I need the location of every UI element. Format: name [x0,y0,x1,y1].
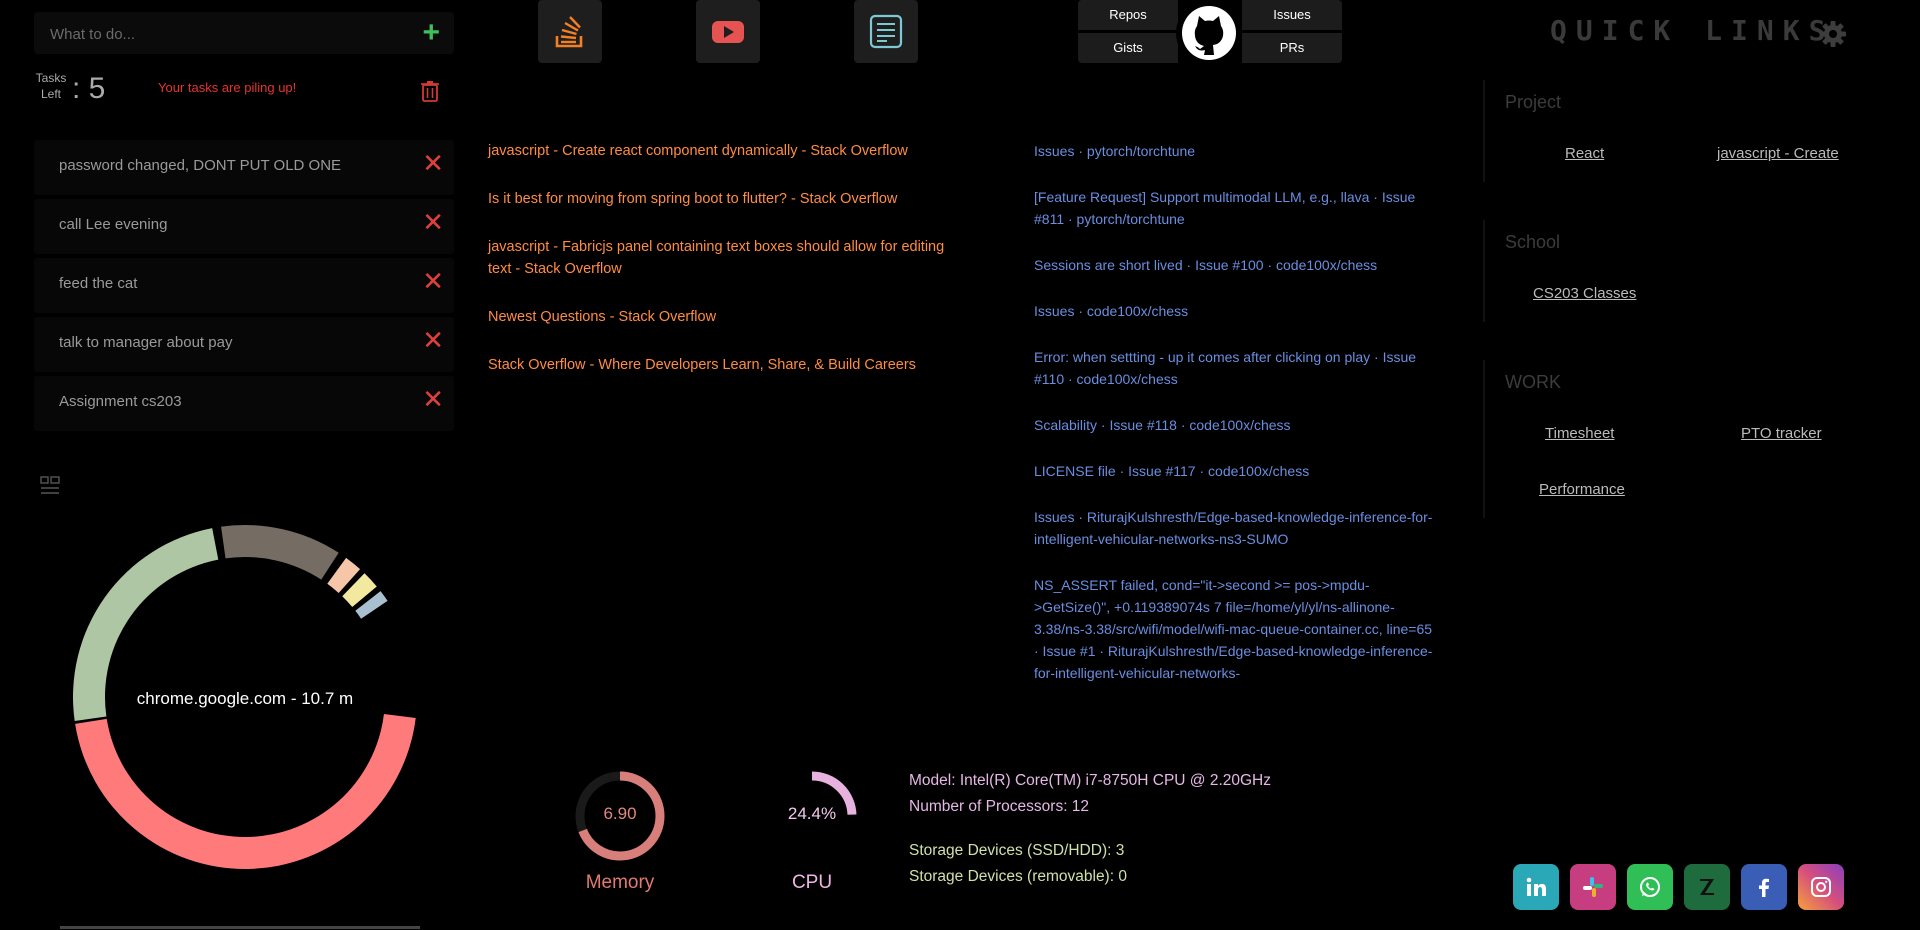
task-text: password changed, DONT PUT OLD ONE [59,157,342,174]
github-logo-button[interactable] [1176,0,1242,66]
slack-icon [1583,877,1603,897]
instagram-button[interactable] [1798,864,1844,910]
whatsapp-icon [1640,877,1660,897]
github-link[interactable]: Sessions are short lived · Issue #100 · … [1034,254,1434,276]
quicklink-react[interactable]: React [1565,145,1604,162]
github-issues-link[interactable]: Issues [1242,0,1342,30]
tasks-left-label-line2: Left [40,87,61,101]
memory-gauge: 6.90 Memory [570,766,670,893]
storage-ssd: Storage Devices (SSD/HDD): 3 [909,842,1125,859]
cpu-gauge: 24.4% CPU [762,766,862,893]
tasks-warning: Your tasks are piling up! [158,80,297,95]
quicklinks-school-section: School CS203 Classes [1483,220,1903,322]
quicklink-pto-tracker[interactable]: PTO tracker [1741,425,1822,442]
quicklinks-school-heading: School [1505,232,1561,252]
delete-task-icon[interactable]: ✕ [422,150,444,176]
linkedin-button[interactable] [1513,864,1559,910]
stackoverflow-button[interactable] [538,0,602,63]
github-quick-panel: Repos Issues Gists PRs [1078,0,1342,66]
github-link-list: Issues · pytorch/torchtune [Feature Requ… [1034,140,1434,708]
tasks-left-label-line1: Tasks [35,71,67,85]
task-text: Assignment cs203 [59,393,182,410]
github-icon [1182,6,1236,60]
todo-input-box: + [34,12,454,54]
delete-task-icon[interactable]: ✕ [422,268,444,294]
gear-icon[interactable] [1818,19,1848,49]
task-item[interactable]: call Lee evening ✕ [34,199,454,254]
facebook-button[interactable] [1741,864,1787,910]
cpu-value: 24.4% [787,804,837,823]
github-link[interactable]: Error: when settting - up it comes after… [1034,346,1434,390]
notes-button[interactable] [854,0,918,63]
todo-input[interactable] [50,22,410,46]
zotero-button[interactable] [1684,864,1730,910]
scrollbar[interactable] [60,926,420,929]
tasks-left-count: : 5 [72,72,106,105]
cpu-model: Model: Intel(R) Core(TM) i7-8750H CPU @ … [909,772,1272,789]
memory-value: 6.90 [603,804,637,823]
stackoverflow-link[interactable]: Stack Overflow - Where Developers Learn,… [488,354,948,376]
youtube-icon [712,21,744,43]
layout-grid-icon[interactable] [40,476,60,498]
linkedin-icon [1526,877,1546,896]
task-item[interactable]: password changed, DONT PUT OLD ONE ✕ [34,140,454,195]
stackoverflow-icon [555,16,583,48]
donut-segment[interactable] [221,525,339,580]
quicklinks-work-heading: WORK [1505,372,1561,392]
task-item[interactable]: Assignment cs203 ✕ [34,376,454,431]
github-gists-link[interactable]: Gists [1078,33,1178,63]
task-text: call Lee evening [59,216,168,233]
quicklinks-project-heading: Project [1505,92,1562,112]
stackoverflow-link[interactable]: Is it best for moving from spring boot t… [488,188,948,210]
usage-donut-chart: chrome.google.com - 10.7 m [60,512,430,882]
github-link[interactable]: Issues · code100x/chess [1034,300,1434,322]
quicklink-javascript-create[interactable]: javascript - Create [1717,145,1839,162]
quicklinks-project-section: Project React javascript - Create [1483,80,1903,182]
task-item[interactable]: talk to manager about pay ✕ [34,317,454,372]
stackoverflow-link-list: javascript - Create react component dyna… [488,140,948,402]
task-text: feed the cat [59,275,138,292]
instagram-icon [1811,877,1831,897]
quick-links-title: QUICK LINKS [1550,14,1835,47]
add-task-button[interactable]: + [422,18,440,48]
notes-icon [869,14,903,49]
quicklinks-work-section: WORK Timesheet PTO tracker Performance [1483,360,1903,518]
task-list: password changed, DONT PUT OLD ONE ✕ cal… [34,140,454,435]
stackoverflow-link[interactable]: javascript - Create react component dyna… [488,140,948,162]
zotero-icon [1700,879,1714,895]
cpu-label: CPU [791,872,833,893]
github-link[interactable]: Scalability · Issue #118 · code100x/ches… [1034,414,1434,436]
github-prs-link[interactable]: PRs [1242,33,1342,63]
usage-center-label: chrome.google.com - 10.7 m [136,689,354,708]
github-link[interactable]: Issues · RiturajKulshresth/Edge-based-kn… [1034,506,1434,550]
quicklink-cs203-classes[interactable]: CS203 Classes [1533,285,1636,302]
delete-task-icon[interactable]: ✕ [422,327,444,353]
stackoverflow-link[interactable]: javascript - Fabricjs panel containing t… [488,236,948,280]
whatsapp-button[interactable] [1627,864,1673,910]
storage-removable: Storage Devices (removable): 0 [909,868,1127,885]
memory-label: Memory [585,872,655,893]
github-link[interactable]: NS_ASSERT failed, cond="it->second >= po… [1034,574,1434,684]
delete-task-icon[interactable]: ✕ [422,209,444,235]
processor-count: Number of Processors: 12 [909,798,1090,815]
slack-button[interactable] [1570,864,1616,910]
trash-icon[interactable] [420,80,440,102]
quicklink-performance[interactable]: Performance [1539,481,1625,498]
donut-segment[interactable] [75,714,416,869]
task-item[interactable]: feed the cat ✕ [34,258,454,313]
tasks-left-label: Tasks Left [34,70,68,102]
facebook-icon [1759,878,1769,897]
system-info: Model: Intel(R) Core(TM) i7-8750H CPU @ … [909,768,1271,890]
task-text: talk to manager about pay [59,334,233,351]
quicklink-timesheet[interactable]: Timesheet [1545,425,1614,442]
github-repos-link[interactable]: Repos [1078,0,1178,30]
stackoverflow-link[interactable]: Newest Questions - Stack Overflow [488,306,948,328]
youtube-button[interactable] [696,0,760,63]
delete-task-icon[interactable]: ✕ [422,386,444,412]
github-link[interactable]: [Feature Request] Support multimodal LLM… [1034,186,1434,230]
github-link[interactable]: Issues · pytorch/torchtune [1034,140,1434,162]
github-link[interactable]: LICENSE file · Issue #117 · code100x/che… [1034,460,1434,482]
